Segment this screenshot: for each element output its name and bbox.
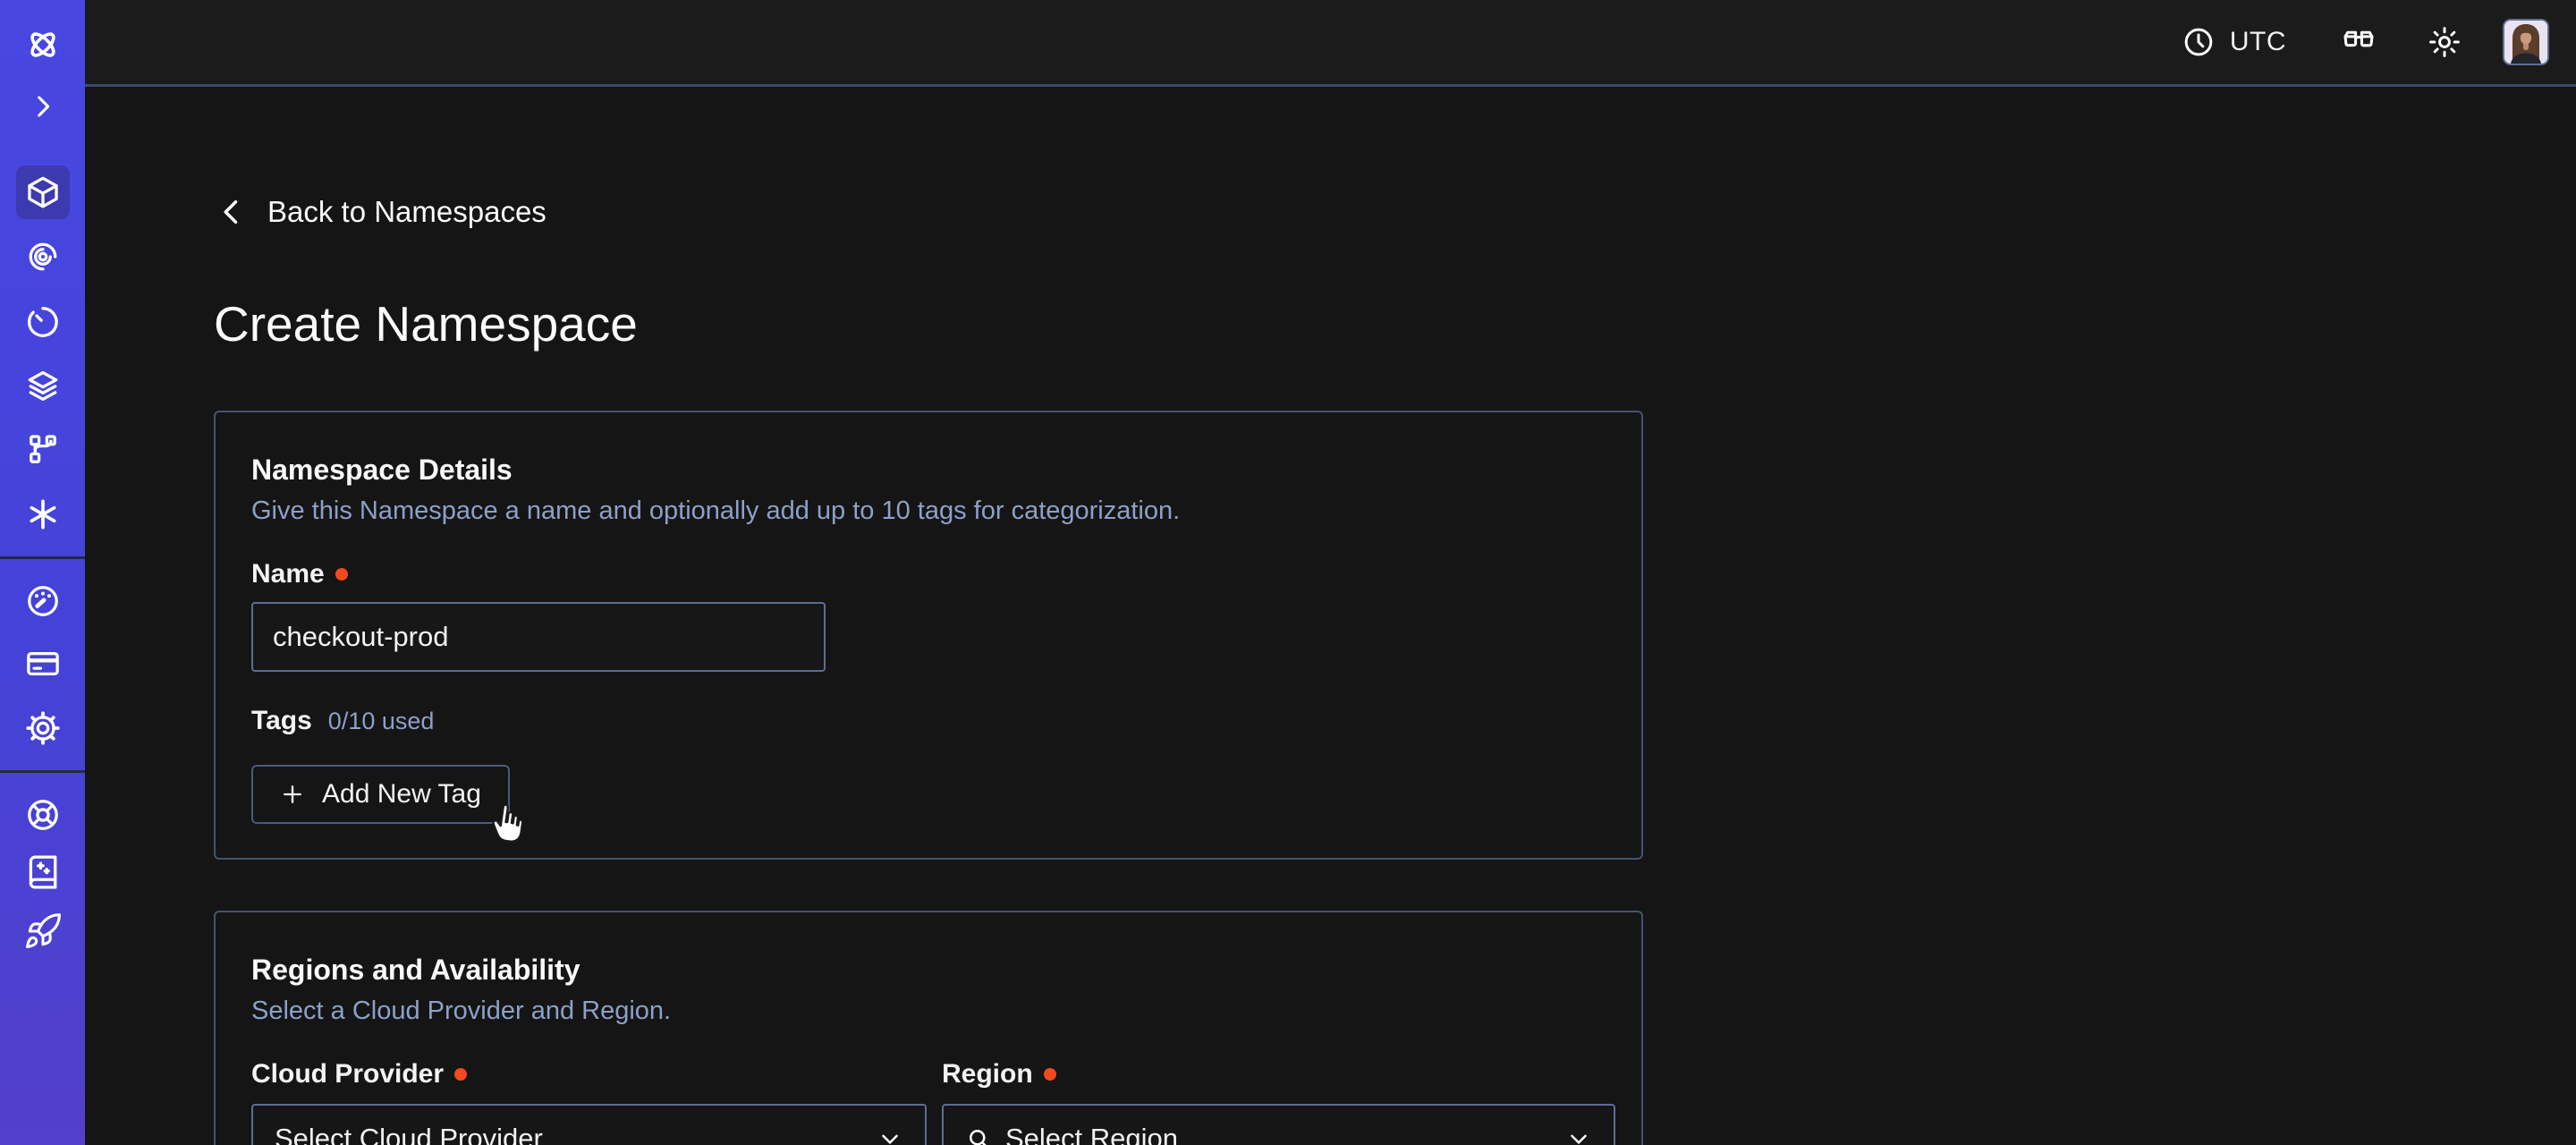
temporal-logo-icon bbox=[22, 24, 64, 65]
sidebar-item-settings[interactable] bbox=[23, 708, 63, 748]
layers-icon bbox=[23, 367, 63, 406]
sidebar-item-spiral[interactable] bbox=[23, 237, 63, 276]
main-content: Back to Namespaces Create Namespace Name… bbox=[85, 89, 2576, 1145]
chevron-left-icon bbox=[216, 196, 248, 228]
card-heading: Regions and Availability bbox=[251, 954, 580, 987]
region-select[interactable]: Select Region bbox=[942, 1104, 1615, 1145]
sidebar-item-timer[interactable] bbox=[23, 302, 63, 342]
sidebar-item-cube-active[interactable] bbox=[16, 165, 70, 219]
timezone-selector[interactable]: UTC bbox=[2181, 24, 2286, 60]
timer-icon bbox=[23, 302, 63, 342]
sidebar-item-layers[interactable] bbox=[23, 367, 63, 406]
tags-label: Tags bbox=[251, 706, 312, 736]
cloud-provider-select[interactable]: Select Cloud Provider bbox=[251, 1104, 927, 1145]
add-new-tag-button[interactable]: Add New Tag bbox=[251, 765, 510, 824]
sun-icon[interactable] bbox=[2426, 23, 2463, 61]
cube-icon bbox=[23, 173, 63, 212]
cloud-provider-placeholder: Select Cloud Provider bbox=[275, 1123, 543, 1145]
life-ring-icon bbox=[23, 795, 63, 835]
topbar: UTC bbox=[85, 0, 2576, 87]
glasses-icon[interactable] bbox=[2338, 21, 2379, 63]
gear-icon bbox=[23, 708, 63, 748]
region-label: Region bbox=[942, 1059, 1056, 1090]
branch-icon bbox=[23, 430, 63, 470]
sidebar-item-asterisk[interactable] bbox=[23, 495, 63, 534]
card-description: Give this Namespace a name and optionall… bbox=[251, 496, 1180, 526]
sidebar bbox=[0, 0, 85, 1145]
chevron-down-icon bbox=[877, 1125, 903, 1145]
sidebar-divider bbox=[0, 770, 85, 773]
plus-icon bbox=[280, 782, 305, 807]
required-dot bbox=[335, 568, 348, 581]
required-dot bbox=[454, 1068, 467, 1081]
chevron-down-icon bbox=[1565, 1125, 1592, 1145]
namespace-details-card: Namespace Details Give this Namespace a … bbox=[214, 411, 1643, 860]
chevron-right-icon[interactable] bbox=[28, 91, 58, 122]
asterisk-icon bbox=[23, 495, 63, 534]
namespace-name-input[interactable] bbox=[251, 602, 826, 672]
sidebar-item-getting-started[interactable] bbox=[23, 912, 63, 951]
card-heading: Namespace Details bbox=[251, 454, 513, 487]
card-description: Select a Cloud Provider and Region. bbox=[251, 997, 671, 1026]
tags-label-row: Tags 0/10 used bbox=[251, 706, 434, 736]
page-title: Create Namespace bbox=[214, 295, 638, 352]
sidebar-item-gauge[interactable] bbox=[23, 581, 63, 621]
timezone-label: UTC bbox=[2230, 27, 2286, 57]
search-icon bbox=[965, 1125, 992, 1145]
rocket-icon bbox=[23, 912, 63, 951]
name-field-label: Name bbox=[251, 559, 348, 589]
back-to-namespaces-link[interactable]: Back to Namespaces bbox=[216, 195, 547, 229]
book-sparkles-icon bbox=[23, 852, 63, 892]
credit-card-icon bbox=[23, 644, 63, 683]
sidebar-divider bbox=[0, 556, 85, 559]
sidebar-item-support[interactable] bbox=[23, 795, 63, 835]
spiral-icon bbox=[23, 237, 63, 276]
gauge-icon bbox=[23, 581, 63, 621]
region-placeholder: Select Region bbox=[1005, 1123, 1178, 1145]
sidebar-item-billing[interactable] bbox=[23, 644, 63, 683]
user-avatar[interactable] bbox=[2503, 19, 2549, 65]
add-new-tag-label: Add New Tag bbox=[322, 779, 481, 810]
sidebar-item-docs[interactable] bbox=[23, 852, 63, 892]
tags-usage-counter: 0/10 used bbox=[328, 708, 435, 735]
regions-availability-card: Regions and Availability Select a Cloud … bbox=[214, 911, 1643, 1145]
back-link-label: Back to Namespaces bbox=[267, 195, 547, 229]
cloud-provider-label: Cloud Provider bbox=[251, 1059, 467, 1090]
clock-icon bbox=[2181, 24, 2216, 60]
sidebar-item-branch[interactable] bbox=[23, 430, 63, 470]
required-dot bbox=[1044, 1068, 1056, 1081]
